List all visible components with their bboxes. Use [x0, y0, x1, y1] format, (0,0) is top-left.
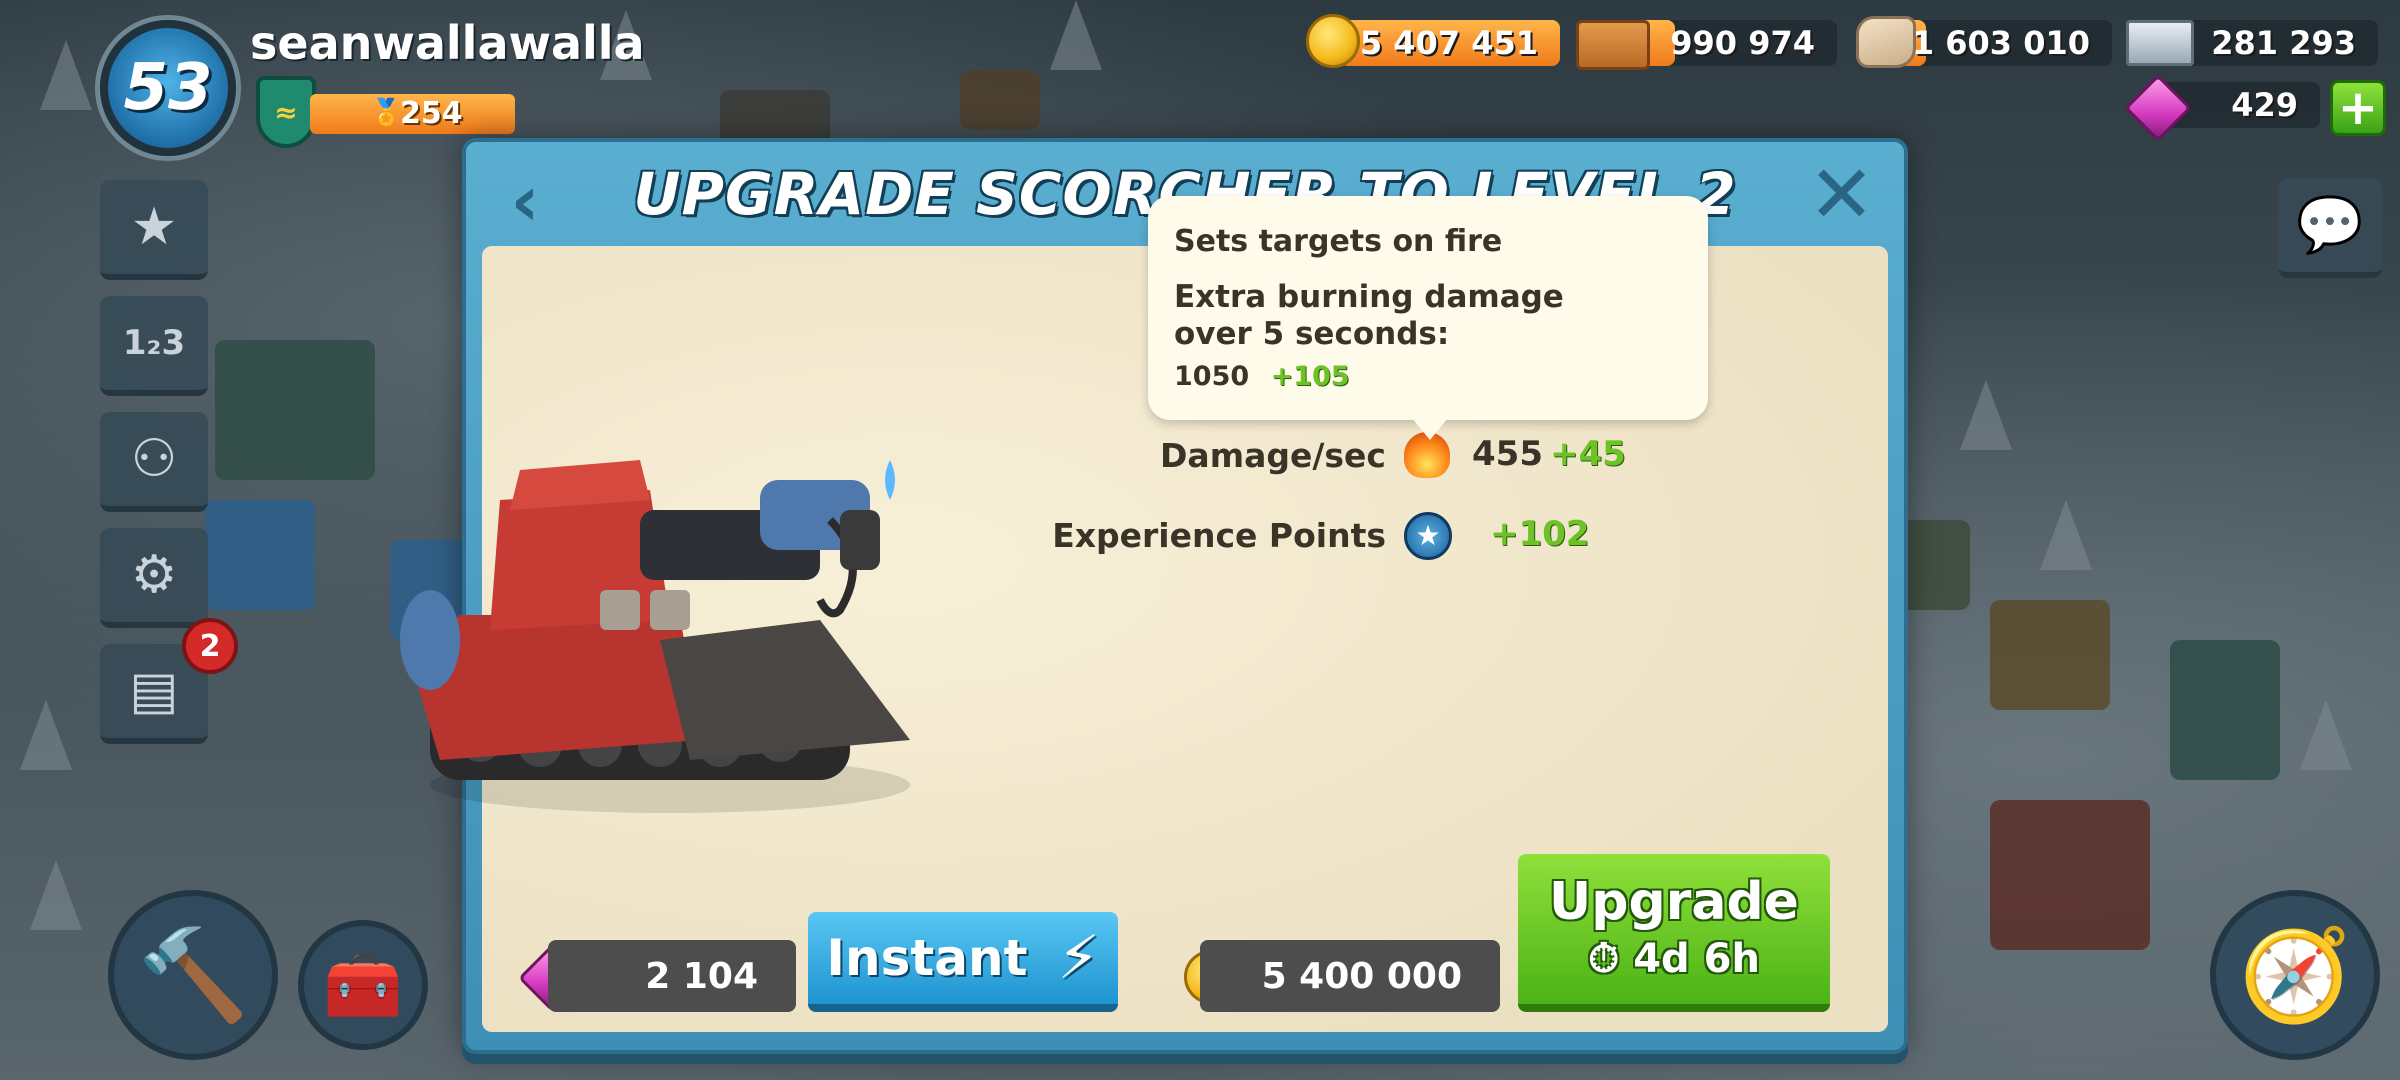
stone-icon	[1856, 16, 1916, 68]
iron-icon	[2126, 20, 2194, 66]
tooltip-increase: +105	[1270, 361, 1350, 393]
task-force-button[interactable]: ⚇	[100, 412, 208, 512]
snow-tree	[40, 40, 92, 110]
rank-points: 254	[400, 96, 463, 131]
chat-button[interactable]: 💬	[2278, 178, 2382, 278]
tooltip-value: 1050	[1174, 361, 1250, 393]
damage-per-sec-value: 455	[1472, 434, 1543, 474]
player-username: seanwallawalla	[250, 16, 645, 70]
gold-amount: 5 407 451	[1359, 24, 1538, 62]
podium-icon: 1₂3	[122, 323, 186, 363]
player-level: 53	[123, 51, 213, 125]
snow-tree	[20, 700, 72, 770]
hammer-icon: 🔨	[136, 922, 250, 1028]
map-compass-button[interactable]: 🧭	[2210, 890, 2380, 1060]
compass-icon: 🧭	[2238, 922, 2352, 1028]
gold-resource-bar: 5 407 451	[1340, 20, 1560, 66]
wood-icon	[1576, 20, 1650, 70]
base-building[interactable]	[1990, 600, 2110, 710]
upgrade-gold-cost: 5 400 000	[1200, 940, 1500, 1012]
settings-button[interactable]: ⚙	[100, 528, 208, 628]
treasure-button[interactable]: 🧰	[298, 920, 428, 1050]
news-notification-badge: 2	[182, 618, 238, 674]
stone-amount: 1 603 010	[1911, 24, 2090, 62]
xp-star-icon: ★	[1404, 512, 1452, 560]
gold-coin-icon	[1306, 14, 1360, 68]
fire-ability-tooltip: Sets targets on fire Extra burning damag…	[1148, 196, 1708, 440]
snow-tree	[2040, 500, 2092, 570]
upgrade-duration: 4d 6h	[1633, 936, 1760, 982]
ranking-button[interactable]: 1₂3	[100, 296, 208, 396]
snow-tree	[30, 860, 82, 930]
diamond-amount: 429	[2231, 86, 2298, 124]
stars-icon: ★	[130, 197, 178, 257]
close-button[interactable]: ✕	[1808, 155, 1875, 235]
close-icon: ✕	[1808, 148, 1876, 241]
snow-tree	[2300, 700, 2352, 770]
instant-diamond-cost: 2 104	[548, 940, 796, 1012]
damage-per-sec-label: Damage/sec	[1160, 436, 1386, 475]
damage-per-sec-increase: +45	[1550, 434, 1626, 474]
group-icon: ⚇	[130, 429, 178, 489]
upgrade-button[interactable]: Upgrade ⏱ 4d 6h	[1518, 854, 1830, 1012]
rank-chevron-icon[interactable]: ≈	[256, 76, 316, 148]
medal-icon: 🏅	[370, 98, 403, 128]
leaderboard-stars-button[interactable]: ★	[100, 180, 208, 280]
experience-points-label: Experience Points	[1052, 516, 1386, 555]
base-building[interactable]	[215, 340, 375, 480]
base-building[interactable]	[2170, 640, 2280, 780]
scorcher-tank-image	[400, 460, 910, 813]
upgrade-label: Upgrade	[1549, 872, 1799, 932]
snow-tree	[1050, 0, 1102, 70]
tooltip-burn-damage: 1050 +105	[1174, 361, 1682, 392]
instant-label: Instant	[826, 929, 1028, 987]
tooltip-title: Sets targets on fire	[1174, 224, 1503, 259]
experience-points-increase: +102	[1490, 514, 1590, 554]
treasure-chest-icon: 🧰	[323, 948, 403, 1023]
stopwatch-icon: ⏱	[1588, 936, 1620, 982]
base-building[interactable]	[205, 500, 315, 610]
rank-points-bar: 🏅 254	[310, 94, 515, 134]
lightning-icon: ⚡	[1057, 923, 1100, 993]
base-building[interactable]	[1900, 520, 1970, 610]
base-building[interactable]	[960, 70, 1040, 130]
snow-tree	[1960, 380, 2012, 450]
build-hammer-button[interactable]: 🔨	[108, 890, 278, 1060]
wood-amount: 990 974	[1670, 24, 1815, 62]
iron-amount: 281 293	[2211, 24, 2356, 62]
tooltip-description: Extra burning damage over 5 seconds:	[1174, 279, 1564, 353]
instant-upgrade-button[interactable]: Instant ⚡	[808, 912, 1118, 1012]
player-level-badge[interactable]: 53	[100, 20, 236, 156]
buy-diamonds-button[interactable]: +	[2330, 80, 2386, 136]
base-building[interactable]	[1990, 800, 2150, 950]
upgrade-time: ⏱ 4d 6h	[1518, 936, 1830, 982]
chat-bubble-icon: 💬	[2296, 193, 2364, 256]
gear-icon: ⚙	[130, 545, 178, 605]
newspaper-icon: ▤	[129, 661, 179, 721]
